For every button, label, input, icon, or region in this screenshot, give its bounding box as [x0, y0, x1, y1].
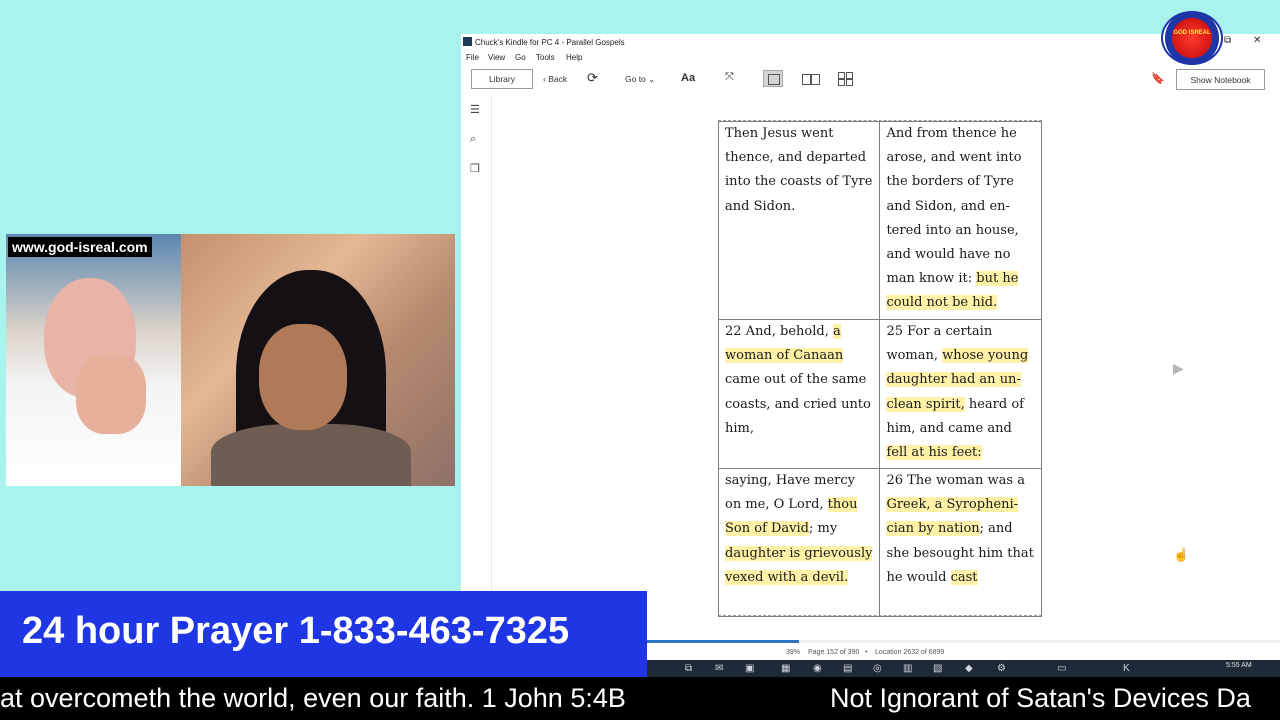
mail-icon[interactable]: ✉: [715, 663, 723, 674]
book-page: Then Jesus went thence, and departed int…: [717, 120, 1042, 617]
search-icon[interactable]: ⌕: [470, 133, 476, 146]
ticker-text-left: at overcometh the world, even our faith.…: [0, 683, 626, 713]
progress-percent: 39%: [786, 649, 801, 656]
goto-button[interactable]: Go to ⌄: [625, 74, 655, 85]
verse-text: 22 And, behold,: [725, 324, 833, 339]
file-explorer-icon[interactable]: ▣: [745, 663, 754, 674]
table-of-contents-icon[interactable]: ☰: [470, 103, 480, 116]
menu-go[interactable]: Go: [515, 53, 526, 62]
webcam-man-panel: [6, 234, 181, 486]
right-column-cell[interactable]: 26 The woman was a Greek, a Syropheni­ci…: [879, 468, 1042, 617]
chrome-icon[interactable]: ◎: [873, 663, 882, 674]
kindle-app-icon: [463, 37, 472, 46]
location-indicator: Location 2632 of 6899: [875, 649, 945, 656]
ministry-logo: GOD ISREAL: [1161, 11, 1223, 65]
menu-view[interactable]: View: [488, 53, 505, 62]
show-notebook-button[interactable]: Show Notebook: [1176, 69, 1265, 90]
highlighted-text: cast: [950, 569, 978, 585]
back-button[interactable]: ‹ Back: [543, 74, 567, 84]
bookmark-icon[interactable]: 🔖: [1151, 72, 1165, 85]
edge-icon[interactable]: ◉: [813, 663, 822, 674]
kindle-taskbar-icon[interactable]: K: [1123, 663, 1130, 674]
window-title: Chuck's Kindle for PC 4 - Parallel Gospe…: [475, 38, 625, 47]
menu-tools[interactable]: Tools: [536, 53, 555, 62]
right-column-cell[interactable]: 25 For a certain woman, whose young daug…: [879, 319, 1042, 469]
webcam-woman-panel: [181, 234, 455, 486]
left-column-cell[interactable]: saying, Have mercy on me, O Lord, thou S…: [717, 468, 881, 617]
kindle-window: Chuck's Kindle for PC 4 - Parallel Gospe…: [461, 34, 1280, 660]
terminal-icon[interactable]: ▭: [1057, 663, 1066, 674]
next-page-icon[interactable]: ▶: [1173, 360, 1184, 377]
right-column-cell[interactable]: And from thence he arose, and went into …: [879, 121, 1042, 320]
left-column-cell[interactable]: 22 And, behold, a woman of Canaan came o…: [717, 319, 881, 469]
font-settings-button[interactable]: Aa: [681, 72, 695, 84]
app-icon[interactable]: ◆: [965, 663, 973, 674]
man-hand: [76, 354, 146, 434]
hand-cursor-icon: ☝: [1173, 547, 1190, 562]
parallel-gospels-table: Then Jesus went thence, and departed int…: [717, 121, 1042, 617]
two-page-view-icon[interactable]: [800, 70, 820, 87]
logo-text: GOD ISREAL: [1173, 30, 1211, 36]
page-indicator: Page 152 of 390: [808, 649, 860, 656]
grid-view-icon[interactable]: [836, 70, 856, 87]
store-icon[interactable]: ▦: [781, 663, 790, 674]
taskbar-clock: 5:55 AM: [1226, 662, 1252, 669]
menu-file[interactable]: File: [466, 53, 479, 62]
chevron-down-icon: ⌄: [645, 74, 656, 84]
woman-body: [211, 424, 411, 486]
verse-row: saying, Have mercy on me, O Lord, thou S…: [717, 468, 1042, 617]
title-bar: Chuck's Kindle for PC 4 - Parallel Gospe…: [461, 34, 1280, 50]
settings-icon[interactable]: ⚙: [997, 663, 1006, 674]
webcam-url-label: www.god-isreal.com: [8, 237, 152, 257]
verse-text: Then Jesus went thence, and departed int…: [725, 126, 873, 214]
indesign-icon[interactable]: ▥: [903, 663, 912, 674]
verse-text: 26 The woman was a: [886, 473, 1025, 488]
left-column-cell[interactable]: Then Jesus went thence, and departed int…: [717, 121, 881, 320]
flashcards-icon[interactable]: ❐: [470, 162, 480, 175]
verse-text: came out of the same coasts, and cried u…: [725, 372, 871, 436]
highlighted-text: fell at his feet:: [886, 445, 982, 461]
news-ticker: at overcometh the world, even our faith.…: [0, 677, 1280, 720]
fullscreen-icon[interactable]: ⤧: [725, 71, 734, 84]
verse-row: Then Jesus went thence, and departed int…: [717, 121, 1042, 320]
ticker-text-right: Not Ignorant of Satan's Devices Da: [830, 683, 1251, 713]
webcam-feed: www.god-isreal.com: [6, 234, 455, 486]
close-icon[interactable]: ✕: [1253, 35, 1261, 46]
restore-icon[interactable]: ⧉: [1224, 35, 1231, 46]
woman-face: [259, 324, 347, 430]
verse-text: ; my: [809, 521, 838, 537]
verse-row: 22 And, behold, a woman of Canaan came o…: [717, 319, 1042, 469]
goto-label: Go to: [625, 74, 646, 84]
sync-icon[interactable]: ⟳: [587, 70, 598, 86]
side-panel: ☰ ⌕ ❐: [461, 96, 492, 606]
photoshop-icon[interactable]: ▤: [843, 663, 852, 674]
menu-help[interactable]: Help: [566, 53, 582, 62]
dreamweaver-icon[interactable]: ▧: [933, 663, 942, 674]
back-label: Back: [548, 74, 568, 84]
toolbar: Library ‹ Back ⟳ Go to ⌄ Aa ⤧ 🔖 Show Not…: [461, 67, 1280, 95]
status-separator: •: [865, 649, 868, 656]
highlighted-text: daughter is griev­ously vexed with a dev…: [725, 545, 873, 585]
verse-text: And from thence he arose, and went into …: [886, 126, 1022, 287]
library-button[interactable]: Library: [471, 69, 533, 89]
single-page-view-icon[interactable]: [763, 70, 783, 87]
prayer-line-banner: 24 hour Prayer 1-833-463-7325: [0, 591, 647, 677]
task-view-icon[interactable]: ⧉: [685, 663, 692, 674]
